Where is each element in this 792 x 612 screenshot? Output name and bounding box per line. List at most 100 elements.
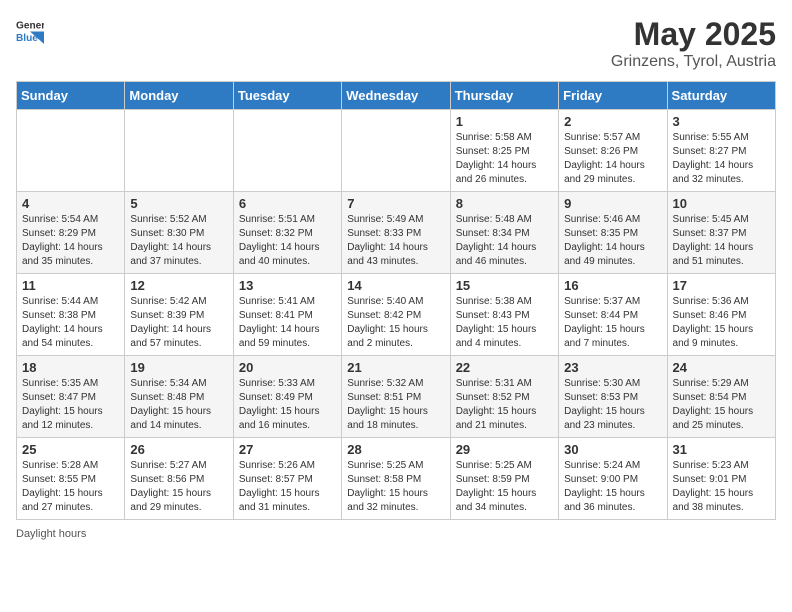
- day-info: Sunrise: 5:44 AM Sunset: 8:38 PM Dayligh…: [22, 295, 119, 351]
- day-cell: 10 Sunrise: 5:45 AM Sunset: 8:37 PM Dayli…: [667, 192, 775, 274]
- day-number: 31: [673, 442, 770, 457]
- day-number: 2: [564, 114, 661, 129]
- column-header-sunday: Sunday: [17, 82, 125, 110]
- day-info: Sunrise: 5:52 AM Sunset: 8:30 PM Dayligh…: [130, 213, 227, 269]
- day-cell: 28 Sunrise: 5:25 AM Sunset: 8:58 PM Dayli…: [342, 438, 450, 520]
- location-title: Grinzens, Tyrol, Austria: [611, 53, 776, 71]
- day-cell: [342, 110, 450, 192]
- day-cell: 1 Sunrise: 5:58 AM Sunset: 8:25 PM Daylig…: [450, 110, 558, 192]
- day-number: 11: [22, 278, 119, 293]
- day-number: 1: [456, 114, 553, 129]
- day-cell: 30 Sunrise: 5:24 AM Sunset: 9:00 PM Dayli…: [559, 438, 667, 520]
- day-info: Sunrise: 5:31 AM Sunset: 8:52 PM Dayligh…: [456, 377, 553, 433]
- day-cell: 24Sunrise: 5:29 AM Sunset: 8:54 PM Dayli…: [667, 356, 775, 438]
- day-cell: 19Sunrise: 5:34 AM Sunset: 8:48 PM Dayli…: [125, 356, 233, 438]
- day-cell: 5 Sunrise: 5:52 AM Sunset: 8:30 PM Daylig…: [125, 192, 233, 274]
- page-header: General Blue May 2025 Grinzens, Tyrol, A…: [16, 16, 776, 71]
- day-number: 5: [130, 196, 227, 211]
- column-header-wednesday: Wednesday: [342, 82, 450, 110]
- week-row-2: 4Sunrise: 5:54 AM Sunset: 8:29 PM Daylig…: [17, 192, 776, 274]
- day-number: 10: [673, 196, 770, 211]
- day-cell: [17, 110, 125, 192]
- day-number: 14: [347, 278, 444, 293]
- day-cell: 21Sunrise: 5:32 AM Sunset: 8:51 PM Dayli…: [342, 356, 450, 438]
- day-info: Sunrise: 5:38 AM Sunset: 8:43 PM Dayligh…: [456, 295, 553, 351]
- column-header-thursday: Thursday: [450, 82, 558, 110]
- day-number: 26: [130, 442, 227, 457]
- day-cell: 2 Sunrise: 5:57 AM Sunset: 8:26 PM Daylig…: [559, 110, 667, 192]
- day-info: Sunrise: 5:51 AM Sunset: 8:32 PM Dayligh…: [239, 213, 336, 269]
- day-info: Sunrise: 5:57 AM Sunset: 8:26 PM Dayligh…: [564, 131, 661, 187]
- day-info: Sunrise: 5:46 AM Sunset: 8:35 PM Dayligh…: [564, 213, 661, 269]
- day-cell: 7 Sunrise: 5:49 AM Sunset: 8:33 PM Daylig…: [342, 192, 450, 274]
- column-header-friday: Friday: [559, 82, 667, 110]
- day-number: 20: [239, 360, 336, 375]
- week-row-1: 1 Sunrise: 5:58 AM Sunset: 8:25 PM Daylig…: [17, 110, 776, 192]
- day-cell: 6Sunrise: 5:51 AM Sunset: 8:32 PM Daylig…: [233, 192, 341, 274]
- day-info: Sunrise: 5:25 AM Sunset: 8:59 PM Dayligh…: [456, 459, 553, 515]
- day-cell: 11 Sunrise: 5:44 AM Sunset: 8:38 PM Dayli…: [17, 274, 125, 356]
- calendar-table: SundayMondayTuesdayWednesdayThursdayFrid…: [16, 81, 776, 520]
- day-cell: 12Sunrise: 5:42 AM Sunset: 8:39 PM Dayli…: [125, 274, 233, 356]
- day-info: Sunrise: 5:40 AM Sunset: 8:42 PM Dayligh…: [347, 295, 444, 351]
- day-cell: [125, 110, 233, 192]
- logo-icon: General Blue: [16, 16, 44, 44]
- day-info: Sunrise: 5:33 AM Sunset: 8:49 PM Dayligh…: [239, 377, 336, 433]
- day-info: Sunrise: 5:48 AM Sunset: 8:34 PM Dayligh…: [456, 213, 553, 269]
- day-info: Sunrise: 5:35 AM Sunset: 8:47 PM Dayligh…: [22, 377, 119, 433]
- day-number: 22: [456, 360, 553, 375]
- day-cell: 4Sunrise: 5:54 AM Sunset: 8:29 PM Daylig…: [17, 192, 125, 274]
- column-header-monday: Monday: [125, 82, 233, 110]
- week-row-4: 18 Sunrise: 5:35 AM Sunset: 8:47 PM Dayli…: [17, 356, 776, 438]
- day-info: Sunrise: 5:34 AM Sunset: 8:48 PM Dayligh…: [130, 377, 227, 433]
- day-number: 15: [456, 278, 553, 293]
- day-info: Sunrise: 5:58 AM Sunset: 8:25 PM Dayligh…: [456, 131, 553, 187]
- day-info: Sunrise: 5:42 AM Sunset: 8:39 PM Dayligh…: [130, 295, 227, 351]
- column-header-saturday: Saturday: [667, 82, 775, 110]
- week-row-5: 25Sunrise: 5:28 AM Sunset: 8:55 PM Dayli…: [17, 438, 776, 520]
- day-info: Sunrise: 5:30 AM Sunset: 8:53 PM Dayligh…: [564, 377, 661, 433]
- day-cell: 16 Sunrise: 5:37 AM Sunset: 8:44 PM Dayli…: [559, 274, 667, 356]
- day-info: Sunrise: 5:25 AM Sunset: 8:58 PM Dayligh…: [347, 459, 444, 515]
- day-number: 16: [564, 278, 661, 293]
- day-cell: 26 Sunrise: 5:27 AM Sunset: 8:56 PM Dayli…: [125, 438, 233, 520]
- day-number: 4: [22, 196, 119, 211]
- day-cell: 27Sunrise: 5:26 AM Sunset: 8:57 PM Dayli…: [233, 438, 341, 520]
- day-cell: 9Sunrise: 5:46 AM Sunset: 8:35 PM Daylig…: [559, 192, 667, 274]
- day-info: Sunrise: 5:37 AM Sunset: 8:44 PM Dayligh…: [564, 295, 661, 351]
- svg-text:General: General: [16, 20, 44, 31]
- day-info: Sunrise: 5:45 AM Sunset: 8:37 PM Dayligh…: [673, 213, 770, 269]
- day-number: 18: [22, 360, 119, 375]
- day-cell: 15 Sunrise: 5:38 AM Sunset: 8:43 PM Dayli…: [450, 274, 558, 356]
- day-cell: 3 Sunrise: 5:55 AM Sunset: 8:27 PM Daylig…: [667, 110, 775, 192]
- header-row: SundayMondayTuesdayWednesdayThursdayFrid…: [17, 82, 776, 110]
- day-cell: 23 Sunrise: 5:30 AM Sunset: 8:53 PM Dayli…: [559, 356, 667, 438]
- day-number: 23: [564, 360, 661, 375]
- day-info: Sunrise: 5:55 AM Sunset: 8:27 PM Dayligh…: [673, 131, 770, 187]
- column-header-tuesday: Tuesday: [233, 82, 341, 110]
- day-cell: 20 Sunrise: 5:33 AM Sunset: 8:49 PM Dayli…: [233, 356, 341, 438]
- day-number: 28: [347, 442, 444, 457]
- day-number: 30: [564, 442, 661, 457]
- day-info: Sunrise: 5:28 AM Sunset: 8:55 PM Dayligh…: [22, 459, 119, 515]
- day-number: 7: [347, 196, 444, 211]
- day-info: Sunrise: 5:49 AM Sunset: 8:33 PM Dayligh…: [347, 213, 444, 269]
- day-info: Sunrise: 5:27 AM Sunset: 8:56 PM Dayligh…: [130, 459, 227, 515]
- day-cell: 29 Sunrise: 5:25 AM Sunset: 8:59 PM Dayli…: [450, 438, 558, 520]
- day-number: 3: [673, 114, 770, 129]
- day-cell: 31Sunrise: 5:23 AM Sunset: 9:01 PM Dayli…: [667, 438, 775, 520]
- day-info: Sunrise: 5:32 AM Sunset: 8:51 PM Dayligh…: [347, 377, 444, 433]
- day-info: Sunrise: 5:41 AM Sunset: 8:41 PM Dayligh…: [239, 295, 336, 351]
- day-cell: 13Sunrise: 5:41 AM Sunset: 8:41 PM Dayli…: [233, 274, 341, 356]
- day-cell: 18 Sunrise: 5:35 AM Sunset: 8:47 PM Dayli…: [17, 356, 125, 438]
- month-title: May 2025: [611, 16, 776, 53]
- day-info: Sunrise: 5:26 AM Sunset: 8:57 PM Dayligh…: [239, 459, 336, 515]
- day-cell: 25Sunrise: 5:28 AM Sunset: 8:55 PM Dayli…: [17, 438, 125, 520]
- week-row-3: 11 Sunrise: 5:44 AM Sunset: 8:38 PM Dayli…: [17, 274, 776, 356]
- logo: General Blue: [16, 16, 44, 44]
- day-cell: 8 Sunrise: 5:48 AM Sunset: 8:34 PM Daylig…: [450, 192, 558, 274]
- day-number: 8: [456, 196, 553, 211]
- day-number: 17: [673, 278, 770, 293]
- day-number: 29: [456, 442, 553, 457]
- day-info: Sunrise: 5:24 AM Sunset: 9:00 PM Dayligh…: [564, 459, 661, 515]
